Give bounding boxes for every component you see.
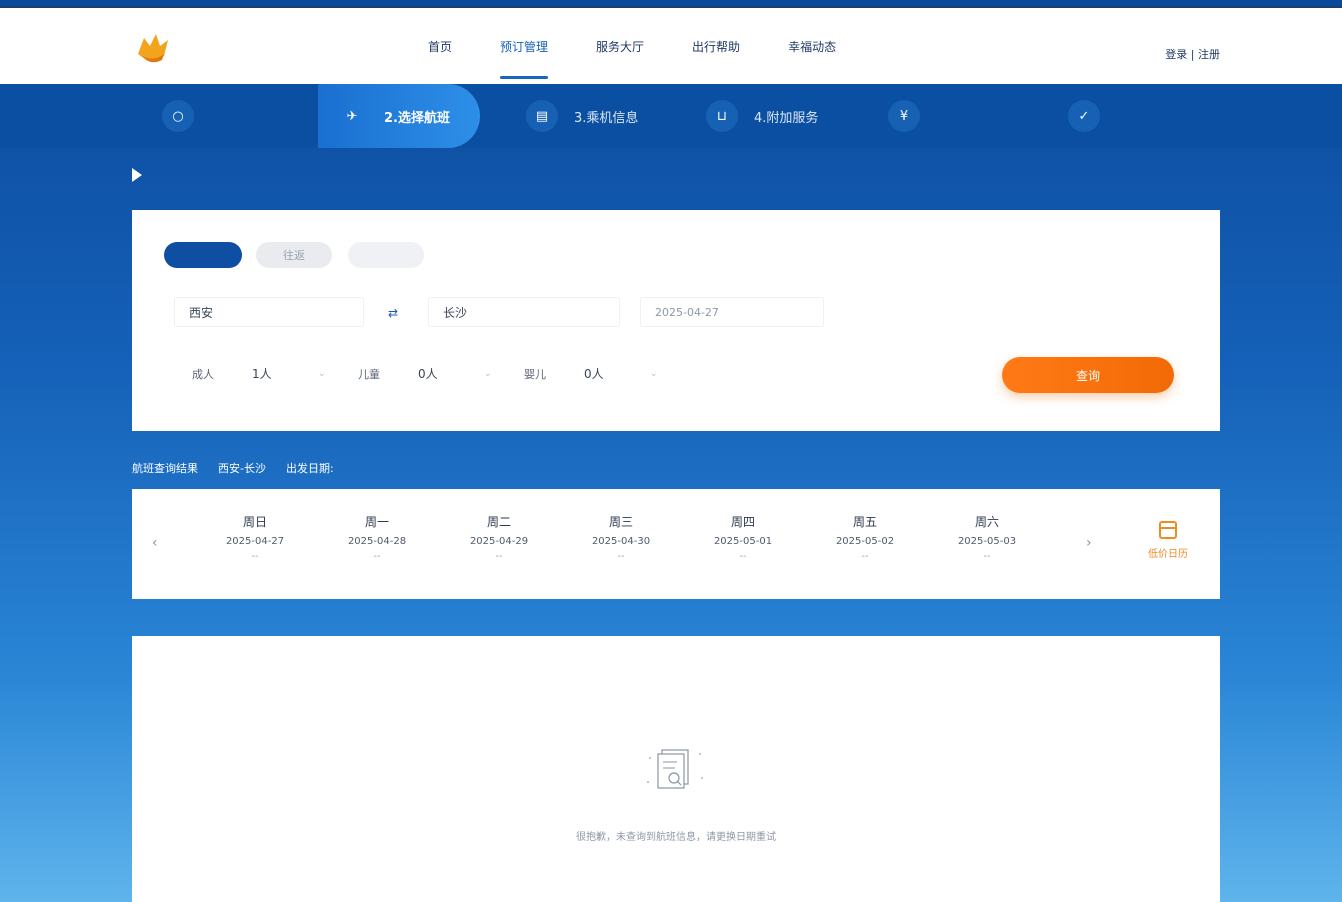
weekday: 周一 — [364, 515, 389, 529]
arrival-city-input[interactable]: 长沙 — [428, 297, 620, 327]
trip-type-roundtrip[interactable]: 往返 — [256, 242, 332, 268]
pax-count: 1人 — [252, 367, 272, 381]
infant-count-select[interactable]: 婴儿 0人 ⌄ — [524, 365, 658, 382]
step-label: 2.选择航班 — [384, 110, 450, 126]
chevron-down-icon: ⌄ — [650, 368, 658, 379]
search-panel: 单程 往返 西安 ⇄ 长沙 2025-04-27 成人 1人 ⌄ 儿童 0人 ⌄… — [132, 210, 1220, 431]
calendar-icon — [1159, 521, 1177, 539]
nav-home[interactable]: 首页 — [428, 38, 452, 78]
chevron-down-icon: ⌄ — [484, 368, 492, 379]
booking-steps: ○ ✈ 2.选择航班 ▤ 3.乘机信息 ⊔ 4.附加服务 ¥ ✓ — [0, 84, 1342, 148]
low-price-calendar-button[interactable]: 低价日历 — [1148, 521, 1188, 560]
route-text: 西安-长沙 — [218, 462, 266, 475]
results-title: 航班查询结果 — [132, 462, 198, 475]
weekday: 周四 — [730, 515, 755, 529]
flight-icon: ✈ — [346, 108, 358, 124]
price: -- — [495, 551, 503, 562]
check-icon: ✓ — [1068, 100, 1100, 132]
price: -- — [861, 551, 869, 562]
empty-message: 很抱歉，未查询到航班信息，请更换日期重试 — [576, 832, 776, 843]
step-label: 4.附加服务 — [754, 110, 819, 126]
top-navbar: 首页 预订管理 服务大厅 出行帮助 幸福动态 登录 | 注册 — [0, 6, 1342, 86]
date: 2025-05-01 — [713, 536, 773, 547]
logo-icon[interactable] — [134, 30, 176, 66]
departure-date-input[interactable]: 2025-04-27 — [640, 297, 824, 327]
step-select-flight[interactable]: ✈ 2.选择航班 — [318, 84, 480, 148]
weekday: 周日 — [242, 515, 267, 529]
route-summary: 航班查询结果 西安-长沙 出发日期: — [132, 460, 354, 476]
date: 2025-05-03 — [957, 536, 1017, 547]
date: 2025-04-29 — [469, 536, 529, 547]
date-item[interactable]: 周日 2025-04-27 -- — [194, 513, 316, 562]
chevron-left-icon[interactable]: ‹ — [152, 535, 158, 551]
date-item[interactable]: 周四 2025-05-01 -- — [682, 513, 804, 562]
pax-label: 儿童 — [358, 367, 380, 381]
cart-icon: ⊔ — [706, 100, 738, 132]
step-payment[interactable]: ¥ — [888, 84, 936, 148]
play-icon — [132, 168, 142, 182]
weekday: 周六 — [974, 515, 999, 529]
adult-count-select[interactable]: 成人 1人 ⌄ — [192, 365, 326, 382]
login-register-link[interactable]: 登录 | 注册 — [1165, 46, 1220, 62]
nav-service[interactable]: 服务大厅 — [596, 38, 644, 78]
yen-icon: ¥ — [888, 100, 920, 132]
step-label: 3.乘机信息 — [574, 110, 639, 126]
price: -- — [983, 551, 991, 562]
results-panel: 很抱歉，未查询到航班信息，请更换日期重试 — [132, 636, 1220, 902]
search-icon: ○ — [162, 100, 194, 132]
nav-help[interactable]: 出行帮助 — [692, 38, 740, 78]
date: 2025-04-30 — [591, 536, 651, 547]
pax-label: 婴儿 — [524, 367, 546, 381]
price: -- — [739, 551, 747, 562]
date-list: 周日 2025-04-27 -- 周一 2025-04-28 -- 周二 202… — [194, 513, 1048, 562]
date-selector: ‹ 周日 2025-04-27 -- 周一 2025-04-28 -- 周二 2… — [132, 489, 1220, 599]
chevron-down-icon: ⌄ — [318, 368, 326, 379]
step-passenger-info[interactable]: ▤ 3.乘机信息 — [526, 84, 638, 148]
price: -- — [617, 551, 625, 562]
child-count-select[interactable]: 儿童 0人 ⌄ — [358, 365, 492, 382]
date-item[interactable]: 周六 2025-05-03 -- — [926, 513, 1048, 562]
step-complete[interactable]: ✓ — [1068, 84, 1116, 148]
empty-document-icon — [647, 749, 703, 789]
date-label: 出发日期: — [285, 462, 334, 475]
nav-news[interactable]: 幸福动态 — [788, 38, 836, 78]
weekday: 周三 — [608, 515, 633, 529]
date-item[interactable]: 周五 2025-05-02 -- — [804, 513, 926, 562]
date: 2025-04-27 — [225, 536, 285, 547]
nav-booking[interactable]: 预订管理 — [500, 38, 549, 79]
chevron-right-icon[interactable]: › — [1086, 535, 1092, 551]
weekday: 周二 — [486, 515, 511, 529]
document-icon: ▤ — [526, 100, 558, 132]
weekday: 周五 — [852, 515, 877, 529]
main-nav: 首页 预订管理 服务大厅 出行帮助 幸福动态 — [428, 38, 884, 79]
date: 2025-05-02 — [835, 536, 895, 547]
departure-city-input[interactable]: 西安 — [174, 297, 364, 327]
pax-label: 成人 — [192, 367, 214, 381]
date: 2025-04-28 — [347, 536, 407, 547]
swap-cities-icon[interactable]: ⇄ — [388, 306, 398, 320]
price: -- — [373, 551, 381, 562]
date-item[interactable]: 周三 2025-04-30 -- — [560, 513, 682, 562]
date-item[interactable]: 周一 2025-04-28 -- — [316, 513, 438, 562]
breadcrumb — [132, 168, 148, 182]
price: -- — [251, 551, 259, 562]
search-button[interactable]: 查询 — [1002, 357, 1174, 393]
trip-type-multi[interactable] — [348, 242, 424, 268]
pax-count: 0人 — [584, 367, 604, 381]
date-item[interactable]: 周二 2025-04-29 -- — [438, 513, 560, 562]
calendar-label: 低价日历 — [1148, 549, 1188, 560]
step-search[interactable]: ○ — [162, 84, 210, 148]
step-extra-services[interactable]: ⊔ 4.附加服务 — [706, 84, 818, 148]
pax-count: 0人 — [418, 367, 438, 381]
trip-type-oneway[interactable]: 单程 — [164, 242, 242, 268]
